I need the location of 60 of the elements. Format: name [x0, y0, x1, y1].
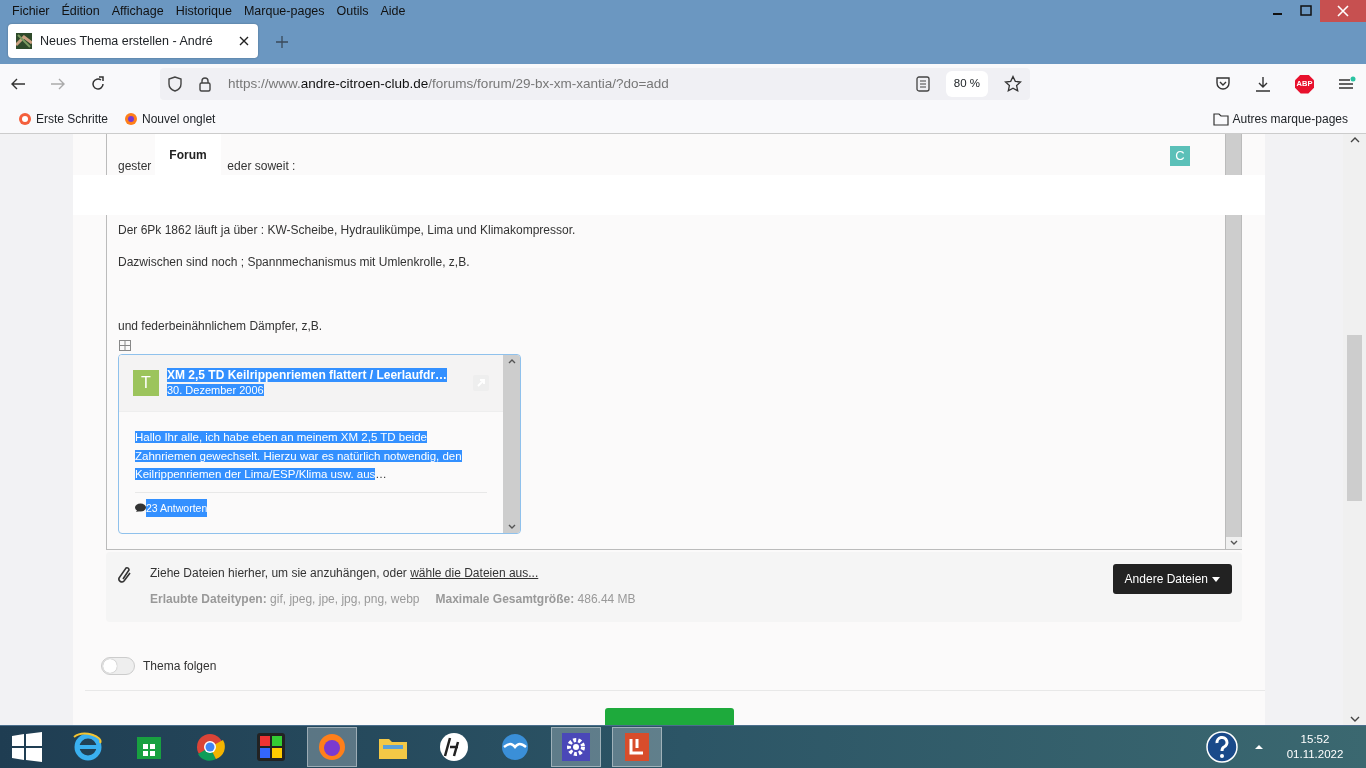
close-icon[interactable]: [238, 35, 250, 47]
nav-tab[interactable]: Forum: [155, 134, 221, 175]
browser-tab[interactable]: Neues Thema erstellen - André: [8, 24, 258, 58]
menu-item[interactable]: Fichier: [6, 0, 56, 24]
move-handle-icon: [119, 340, 131, 351]
tab-title: Neues Thema erstellen - André: [40, 32, 214, 50]
toggle-switch[interactable]: [101, 657, 135, 675]
topic-title[interactable]: XM 2,5 TD Keilrippenriemen flattert / Leerlaufdr…: [167, 368, 448, 382]
help-icon[interactable]: [1206, 731, 1238, 763]
text-line: gester: [118, 158, 152, 174]
paragraph: Der 6Pk 1862 läuft ja über : KW-Scheibe, Hydraulikümpe, Lima und Klimakompressor.: [118, 222, 577, 238]
bookmarks-folder[interactable]: Autres marque-pages: [1212, 109, 1348, 128]
page-scrollbar[interactable]: [1343, 134, 1366, 725]
star-icon[interactable]: [1004, 75, 1022, 93]
scrollbar-thumb[interactable]: [1347, 335, 1362, 501]
menu-item[interactable]: Marque-pages: [237, 0, 331, 24]
menu-item[interactable]: Affichage: [105, 0, 170, 24]
paperclip-icon: [116, 564, 134, 586]
paragraph: und federbeinähnlichem Dämpfer, z,B.: [118, 318, 324, 334]
choose-files-link[interactable]: wähle die Dateien aus...: [410, 566, 539, 580]
bookmark[interactable]: Nouvel onglet: [124, 109, 216, 128]
shield-icon: [168, 76, 182, 92]
upload-instructions: Ziehe Dateien hierher, um sie anzuhängen, oder wähle die Dateien aus...: [150, 565, 540, 582]
url-text: https://www.andre-citroen-club.de/forums/forum/29-bx-xm-xantia/?do=add: [228, 74, 669, 93]
topic-excerpt: Hallo Ihr alle, ich habe eben an meinem XM 2,5 TD beide Zahnriemen gewechselt. Hierzu war es natürlich notwendig, den Keilrippenriemen der Lima/ESP/Klima usw. aus…: [135, 430, 463, 482]
lock-icon: [198, 76, 212, 92]
allowed-file-types: Erlaubte Dateitypen: gif, jpeg, jpe, jpg, png, webp: [150, 591, 420, 608]
bookmark[interactable]: Erste Schritte: [18, 109, 109, 128]
scrollbar[interactable]: [1225, 134, 1241, 549]
scrollbar[interactable]: [503, 355, 520, 533]
menu-item[interactable]: Aide: [374, 0, 412, 24]
menu-item[interactable]: Outils: [330, 0, 375, 24]
reload-icon[interactable]: [90, 76, 106, 92]
menu-icon[interactable]: [1338, 76, 1356, 92]
text-line: eder soweit :: [227, 158, 296, 174]
pocket-icon[interactable]: [1215, 76, 1231, 92]
scroll-down-icon: [1225, 537, 1242, 549]
speech-bubble-icon: [135, 502, 146, 513]
reply-count[interactable]: 23 Antworten: [146, 498, 208, 517]
reader-view-icon[interactable]: [915, 76, 930, 92]
other-files-button[interactable]: Andere Dateien: [1112, 564, 1232, 594]
caret-icon: [1212, 576, 1220, 582]
attachment-area[interactable]: Ziehe Dateien hierher, um sie anzuhängen, oder wähle die Dateien aus... Erlaubte Dateitypen: gif, jpeg, jpe, jpg, png, webp Maximale Gesamtgröße: 486.44 MB Andere Dateien: [106, 552, 1242, 622]
maximum-size: Maximale Gesamtgröße: 486.44 MB: [435, 591, 636, 608]
menu-item[interactable]: Historique: [169, 0, 238, 24]
show-hidden-icons-icon[interactable]: [1254, 743, 1264, 751]
download-icon[interactable]: [1255, 76, 1271, 92]
avatar: T: [133, 370, 159, 396]
menu-item[interactable]: Édition: [55, 0, 106, 24]
address-bar[interactable]: https://www.andre-citroen-club.de/forums/forum/29-bx-xm-xantia/?do=add 80 %: [160, 68, 1030, 100]
topic-date: 30. Dezember 2006: [167, 384, 264, 396]
embedded-topic-card[interactable]: [118, 354, 521, 534]
firefox-icon: [124, 111, 139, 126]
back-icon[interactable]: [10, 76, 26, 92]
paragraph: Dazwischen sind noch ; Spannmechanismus mit Umlenkrolle, z,B.: [118, 254, 471, 270]
site-favicon-icon: [16, 33, 32, 49]
zoom-level[interactable]: 80 %: [945, 71, 988, 97]
folder-icon: [1212, 111, 1229, 126]
clock[interactable]: 15:52 01.11.2022: [1280, 732, 1350, 762]
toggle-label: Thema folgen: [143, 658, 217, 675]
